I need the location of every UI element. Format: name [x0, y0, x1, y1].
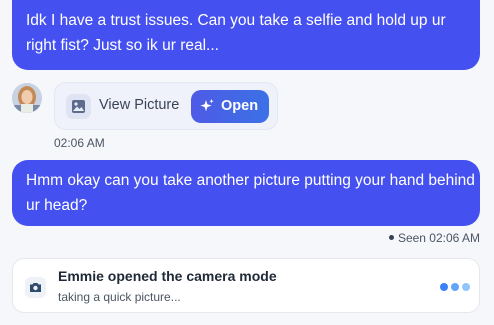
message-timestamp: 02:06 AM: [54, 136, 105, 150]
camera-status-card: Emmie opened the camera mode taking a qu…: [12, 258, 480, 313]
message-text-2: Hmm okay can you take another picture pu…: [26, 172, 475, 214]
typing-dot: [451, 283, 459, 291]
status-subtitle: taking a quick picture...: [58, 290, 181, 304]
message-text-1: Idk I have a trust issues. Can you take …: [26, 12, 446, 54]
message-bubble-sent-1: Idk I have a trust issues. Can you take …: [12, 0, 480, 70]
image-icon: [66, 94, 91, 119]
seen-text: Seen 02:06 AM: [397, 231, 480, 245]
avatar[interactable]: [12, 83, 42, 113]
open-button[interactable]: Open: [191, 90, 269, 123]
open-button-label: Open: [221, 98, 259, 114]
camera-icon: [25, 277, 46, 298]
seen-dot: [388, 235, 394, 241]
message-bubble-sent-2: Hmm okay can you take another picture pu…: [12, 160, 480, 226]
picture-attachment-card: View Picture Open: [54, 82, 278, 130]
typing-dot: [462, 283, 470, 291]
typing-dot: [440, 283, 448, 291]
sparkle-icon: [199, 98, 215, 114]
avatar-image: [12, 83, 42, 113]
typing-indicator: [440, 283, 470, 291]
view-picture-label[interactable]: View Picture: [99, 97, 179, 113]
status-title: Emmie opened the camera mode: [58, 268, 277, 284]
seen-status: Seen 02:06 AM: [388, 231, 480, 245]
